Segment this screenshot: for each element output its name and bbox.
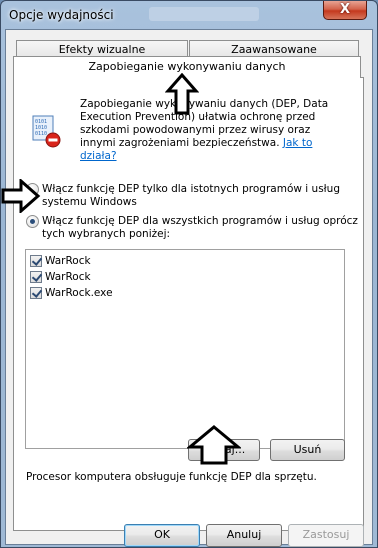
dep-shield-icon: 0101 1010 0110 (32, 115, 61, 148)
exception-label: WarRock.exe (45, 287, 113, 299)
radio-all-except[interactable] (26, 215, 39, 228)
annotation-up-arrow-icon (165, 73, 199, 115)
radio-essential-label: Włącz funkcję DEP tylko dla istotnych pr… (42, 183, 340, 208)
exception-checkbox[interactable] (30, 287, 42, 299)
radio-all-except-label: Włącz funkcję DEP dla wszystkich program… (42, 215, 358, 240)
background-window-ghost (149, 7, 259, 21)
svg-text:0110: 0110 (35, 131, 47, 137)
cancel-button[interactable]: Anuluj (206, 524, 282, 547)
processor-support-text: Procesor komputera obsługuje funkcję DEP… (26, 471, 317, 483)
dep-description: Zapobieganie wykonywaniu danych (DEP, Da… (80, 98, 348, 163)
remove-button[interactable]: Usuń (270, 439, 345, 461)
annotation-right-arrow-icon (1, 179, 41, 213)
exception-label: WarRock (45, 271, 91, 283)
ok-button[interactable]: OK (124, 524, 200, 547)
window-frame: Opcje wydajności X Efekty wizualne Zaawa… (0, 0, 378, 548)
window-title: Opcje wydajności (9, 8, 114, 22)
close-button[interactable]: X (323, 1, 367, 20)
title-bar[interactable]: Opcje wydajności X (1, 1, 377, 29)
exception-list[interactable]: WarRock WarRock WarRock.exe (25, 249, 345, 449)
annotation-up-arrow-icon (187, 425, 241, 465)
exception-checkbox[interactable] (30, 271, 42, 283)
exception-checkbox[interactable] (30, 255, 42, 267)
close-icon: X (339, 2, 351, 17)
apply-button[interactable]: Zastosuj (288, 524, 364, 547)
exception-label: WarRock (45, 255, 91, 267)
